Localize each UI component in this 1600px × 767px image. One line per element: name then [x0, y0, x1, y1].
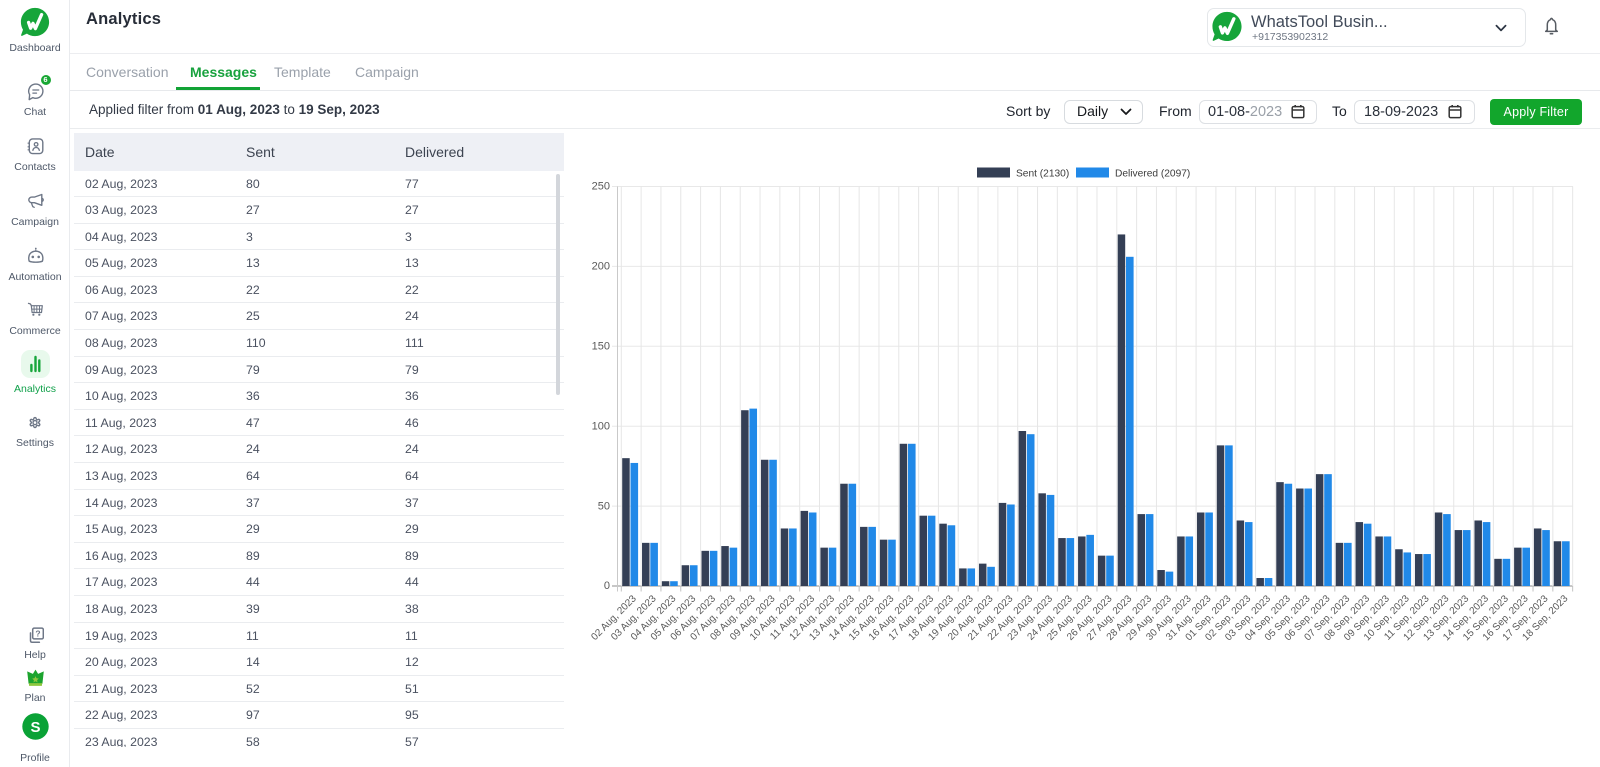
svg-text:150: 150: [592, 341, 610, 353]
svg-text:Sent (2130): Sent (2130): [1016, 169, 1069, 180]
svg-text:Delivered (2097): Delivered (2097): [1115, 169, 1190, 180]
svg-text:S: S: [30, 719, 40, 736]
svg-text:50: 50: [598, 500, 610, 512]
svg-text:0: 0: [604, 580, 610, 592]
svg-text:?: ?: [35, 628, 40, 638]
svg-text:100: 100: [592, 420, 610, 432]
svg-text:200: 200: [592, 261, 610, 273]
svg-text:250: 250: [592, 181, 610, 193]
